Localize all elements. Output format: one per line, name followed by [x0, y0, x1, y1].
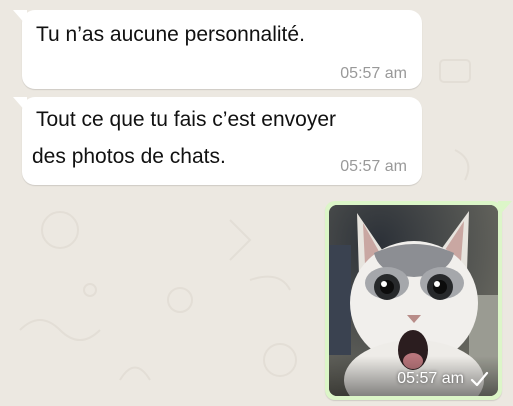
bubble-tail — [13, 97, 27, 113]
message-text-line-2: des photos de chats. — [32, 145, 226, 168]
single-check-icon — [470, 371, 489, 387]
message-text: Tu n’as aucune personnalité. — [36, 23, 305, 46]
cat-photo[interactable]: 05:57 am — [329, 205, 498, 396]
message-text-line-1: Tout ce que tu fais c’est envoyer — [36, 108, 336, 131]
bubble-tail — [498, 201, 512, 217]
message-timestamp: 05:57 am — [397, 370, 464, 387]
message-timestamp: 05:57 am — [340, 158, 407, 175]
incoming-message-1[interactable]: Tu n’as aucune personnalité. 05:57 am — [13, 10, 422, 89]
incoming-message-2[interactable]: Tout ce que tu fais c’est envoyer des ph… — [13, 97, 422, 185]
outgoing-photo-message[interactable]: 05:57 am — [325, 201, 512, 400]
bubble-tail — [13, 10, 27, 26]
message-timestamp: 05:57 am — [340, 65, 407, 82]
